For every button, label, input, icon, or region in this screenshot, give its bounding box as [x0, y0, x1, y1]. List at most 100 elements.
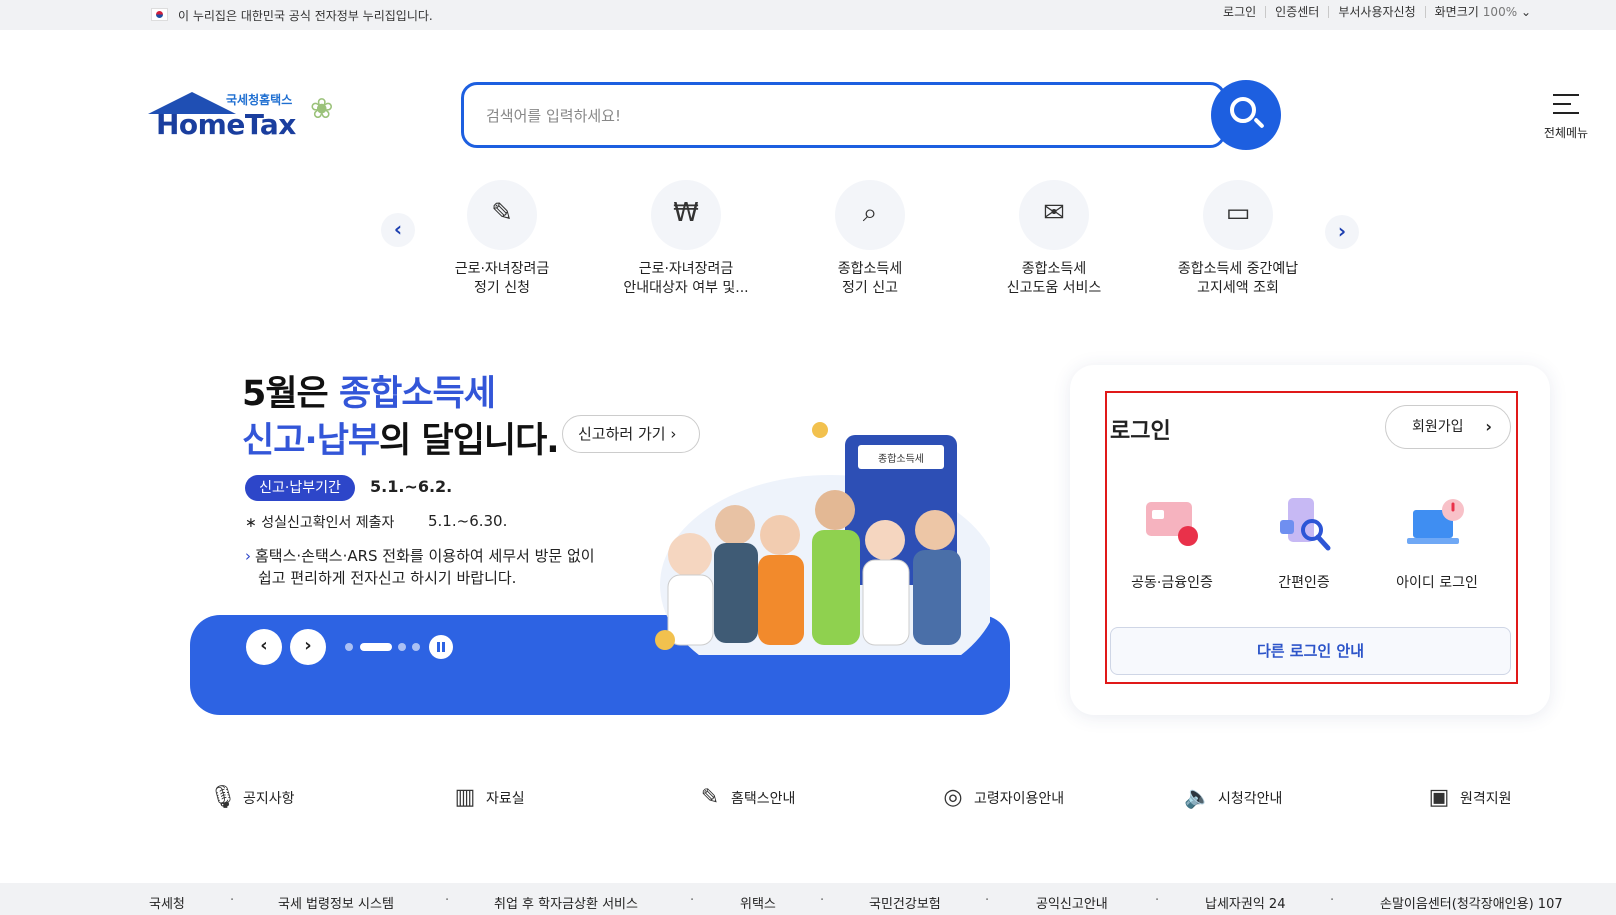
search-icon-handle	[1253, 117, 1265, 129]
period-badge: 신고·납부기간	[245, 475, 355, 501]
quick-menu-item[interactable]: ✎ 근로·자녀장려금 정기 신청	[427, 180, 577, 298]
hometax-guide-link[interactable]: ✎ 홈택스안내	[697, 782, 796, 814]
search-box	[461, 82, 1226, 148]
chevron-right-icon: ›	[304, 635, 312, 656]
speaker-icon: 🔈	[1184, 785, 1212, 810]
utility-label: 홈택스안내	[731, 791, 796, 807]
notice-link[interactable]: 🎙 공지사항	[209, 782, 295, 814]
note-date: 5.1.~6.30.	[428, 512, 508, 530]
tax-envelope-icon: ✉	[1019, 180, 1089, 250]
top-dept-user-link[interactable]: 부서사용자신청	[1328, 6, 1424, 18]
banner-next-button[interactable]: ›	[290, 629, 326, 665]
quick-menu-label: 정기 신고	[842, 280, 898, 296]
quick-menu-label: 근로·자녀장려금	[638, 261, 734, 277]
footer-link-bar: 국세청 · 국세 법령정보 시스템 · 취업 후 학자금상환 서비스 · 위택스…	[0, 883, 1616, 915]
quick-menu-item[interactable]: ▭ 종합소득세 중간예납 고지세액 조회	[1163, 180, 1313, 298]
chevron-right-icon: ›	[1485, 417, 1492, 436]
phone-search-icon	[1272, 496, 1336, 556]
archive-icon: ▥	[454, 785, 476, 810]
banner-page-dot[interactable]	[398, 643, 406, 651]
gov-notice-text: 이 누리집은 대한민국 공식 전자정부 누리집입니다.	[178, 9, 433, 23]
calculator-label: 종합소득세	[878, 453, 924, 465]
quick-menu-label: 종합소득세	[1021, 261, 1087, 277]
won-chat-icon: ₩	[651, 180, 721, 250]
utility-label: 공지사항	[243, 791, 295, 807]
quick-menu-label: 신고도움 서비스	[1006, 280, 1102, 296]
elderly-guide-link[interactable]: ◎ 고령자이용안내	[940, 782, 1064, 814]
simple-auth-button[interactable]: 간편인증	[1244, 496, 1364, 592]
pause-icon	[437, 642, 440, 652]
cert-login-button[interactable]: 공동·금융인증	[1112, 496, 1232, 592]
all-menu-button[interactable]: 전체메뉴	[1536, 92, 1596, 144]
top-utility-nav: 로그인 인증센터 부서사용자신청 화면크기 100% ⌄	[1214, 6, 1540, 18]
audiovisual-guide-link[interactable]: 🔈 시청각안내	[1184, 782, 1282, 814]
headline-accent: 종합소득세	[338, 374, 496, 414]
footer-separator: ·	[820, 893, 825, 908]
all-menu-label: 전체메뉴	[1543, 126, 1589, 140]
banner-pause-button[interactable]	[429, 635, 453, 659]
footer-link[interactable]: 취업 후 학자금상환 서비스	[494, 893, 638, 912]
id-login-button[interactable]: 아이디 로그인	[1377, 496, 1497, 592]
footer-link[interactable]: 위택스	[740, 893, 776, 912]
quick-menu-label: 종합소득세 중간예납	[1177, 261, 1299, 277]
footer-link[interactable]: 손말이음센터(청각장애인용) 107	[1380, 893, 1563, 912]
note-label: 성실신고확인서 제출자	[261, 515, 395, 531]
gov-notice-bar: 이 누리집은 대한민국 공식 전자정부 누리집입니다. 로그인 인증센터 부서사…	[0, 0, 1616, 30]
join-label: 회원가입	[1412, 419, 1464, 435]
hamburger-icon	[1553, 94, 1579, 121]
logo-title: HomeTax	[156, 108, 296, 141]
footer-separator: ·	[445, 893, 450, 908]
top-login-link[interactable]: 로그인	[1214, 6, 1265, 18]
quick-menu-item[interactable]: ⌕ 종합소득세 정기 신고	[795, 180, 945, 298]
remote-support-link[interactable]: ▣ 원격지원	[1426, 782, 1512, 814]
period-date: 5.1.~6.2.	[370, 477, 453, 496]
flower-decoration-icon: ❀	[310, 92, 334, 125]
banner-illustration: 종합소득세	[655, 422, 990, 655]
quick-menu-item[interactable]: ✉ 종합소득세신고도움 서비스	[979, 180, 1129, 298]
utility-label: 고령자이용안내	[974, 791, 1065, 807]
remote-monitor-icon: ▣	[1428, 785, 1450, 810]
banner-description: › 홈택스·손택스·ARS 전화를 이용하여 세무서 방문 없이 쉽고 편리하게 …	[245, 545, 645, 589]
footer-separator: ·	[690, 893, 695, 908]
guide-pen-icon: ✎	[700, 785, 720, 810]
main-banner: 5월은 종합소득세 신고·납부의 달입니다. 신고하러 가기 › 신고·납부기간…	[190, 355, 1010, 715]
logo-subtitle: 국세청홈택스	[226, 93, 293, 107]
laptop-power-icon	[1405, 496, 1469, 556]
quick-menu-prev-button[interactable]: ‹	[381, 213, 415, 247]
top-cert-center-link[interactable]: 인증센터	[1265, 6, 1328, 18]
zoom-value: 100%	[1482, 5, 1518, 19]
login-method-label: 공동·금융인증	[1131, 575, 1213, 591]
footer-link[interactable]: 국세청	[149, 893, 185, 912]
chevron-right-icon: ›	[1337, 219, 1347, 243]
archive-link[interactable]: ▥ 자료실	[452, 782, 525, 814]
banner-note: ∗ 성실신고확인서 제출자	[245, 515, 395, 531]
zoom-label: 화면크기	[1434, 5, 1479, 19]
microphone-icon: 🎙	[209, 785, 237, 810]
other-login-guide-button[interactable]: 다른 로그인 안내	[1110, 627, 1511, 675]
login-title: 로그인	[1110, 419, 1171, 444]
banner-headline-line2: 신고·납부의 달입니다.	[242, 412, 560, 463]
footer-separator: ·	[1330, 893, 1335, 908]
chevron-down-icon: ⌄	[1520, 5, 1531, 19]
tax-search-icon: ⌕	[835, 180, 905, 250]
banner-page-dot[interactable]	[412, 643, 420, 651]
banner-prev-button[interactable]: ‹	[246, 629, 282, 665]
quick-menu-next-button[interactable]: ›	[1325, 215, 1359, 249]
search-button[interactable]	[1211, 80, 1281, 150]
footer-separator: ·	[230, 893, 235, 908]
banner-page-dot-active[interactable]	[360, 643, 392, 651]
quick-menu-label: 정기 신청	[474, 280, 530, 296]
search-input[interactable]	[486, 103, 1136, 129]
quick-menu-item[interactable]: ₩ 근로·자녀장려금 안내대상자 여부 및...	[611, 180, 761, 298]
footer-link[interactable]: 공익신고안내	[1036, 893, 1108, 912]
join-button[interactable]: 회원가입 ›	[1385, 405, 1511, 449]
footer-link[interactable]: 국세 법령정보 시스템	[278, 893, 394, 912]
footer-link[interactable]: 국민건강보험	[869, 893, 941, 912]
footer-link[interactable]: 납세자권익 24	[1205, 893, 1285, 912]
headline-text: 5월은	[242, 374, 339, 414]
banner-page-dot[interactable]	[345, 643, 353, 651]
zoom-control[interactable]: 화면크기 100% ⌄	[1424, 5, 1540, 19]
hometax-logo[interactable]: 국세청홈택스 HomeTax ❀	[148, 88, 368, 144]
login-method-label: 아이디 로그인	[1396, 575, 1478, 591]
elderly-glasses-icon: ◎	[943, 785, 963, 810]
